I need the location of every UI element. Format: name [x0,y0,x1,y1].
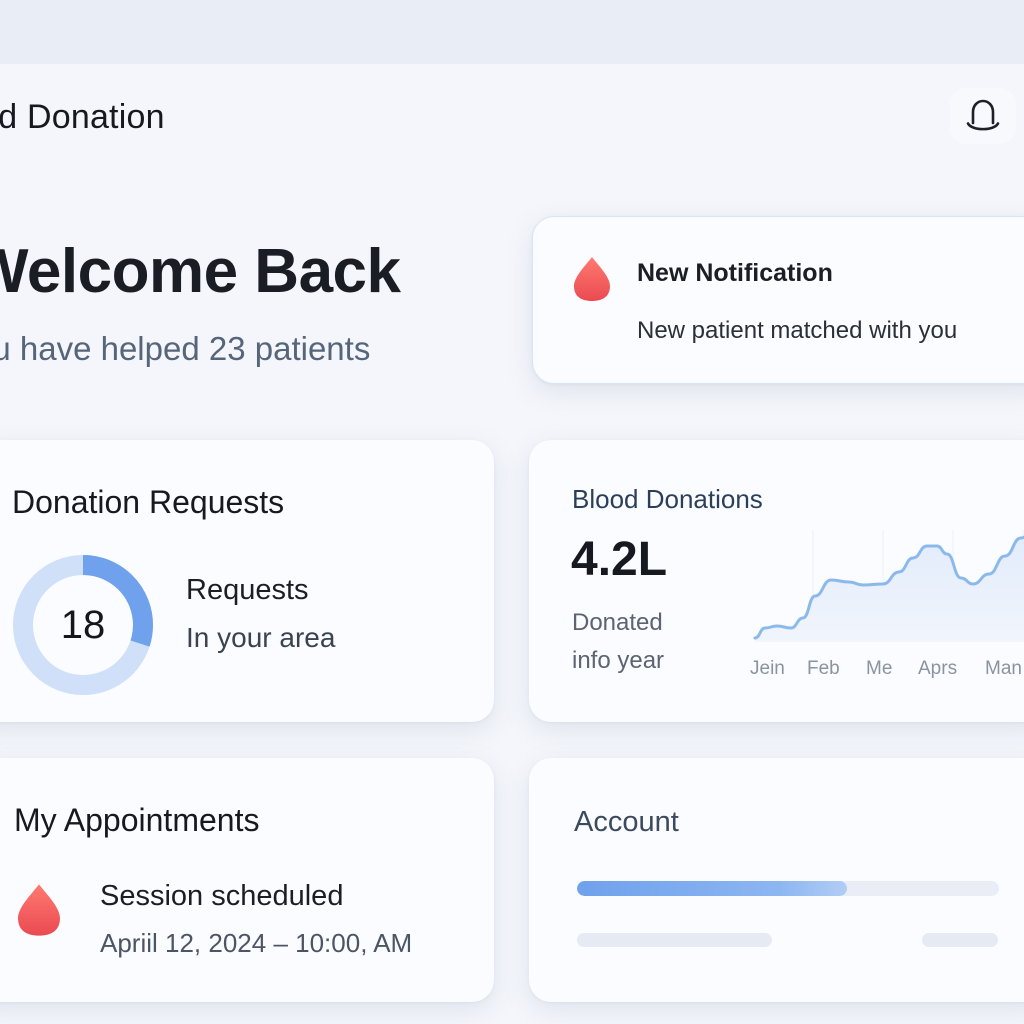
requests-sublabel: In your area [186,622,336,653]
appointment-time: Apriil 12, 2024 – 10:00, AM [100,928,413,958]
appointments-card[interactable]: My Appointments Session scheduled Apriil… [0,758,494,1002]
welcome-heading: Welcome Back [0,237,401,306]
appointment-title: Session scheduled [100,880,344,912]
placeholder-line [922,933,998,947]
helped-count-text: ou have helped 23 patients [0,330,371,367]
account-heading: Account [574,806,679,838]
account-card[interactable]: Account [529,758,1024,1002]
appointments-heading: My Appointments [14,802,260,838]
account-progress-bar [577,881,999,896]
chart-tick-label: Feb [807,658,840,679]
notifications-button[interactable] [950,88,1016,144]
requests-count: 18 [60,602,106,647]
blood-drop-icon [574,257,610,301]
requests-label: Requests [186,574,309,606]
chart-tick-label: Me [866,658,893,679]
placeholder-line [577,933,772,947]
blood-drop-icon [18,884,60,936]
chart-tick-label: Aprs [918,658,958,679]
bell-icon [966,99,1000,131]
notification-card[interactable]: New Notification New patient matched wit… [532,216,1024,384]
account-progress-fill [577,881,848,896]
donations-sparkline-chart [753,530,1024,642]
donated-volume: 4.2L [571,533,668,586]
donation-requests-heading: Donation Requests [12,484,285,520]
app-title: ood Donation [0,98,165,136]
notification-message: New patient matched with you [637,317,958,344]
blood-donations-card[interactable]: Blood Donations 4.2L Donated info year J… [529,440,1024,722]
donated-caption: Donated info year [572,604,722,680]
donated-caption-line-1: Donated [572,609,663,636]
donated-caption-line-2: info year [572,647,665,674]
notification-title: New Notification [637,259,833,287]
donation-requests-card[interactable]: Donation Requests 18 Requests In your ar… [0,440,494,722]
chart-tick-label: Man [985,658,1022,679]
chart-tick-label: Jein [750,658,785,679]
blood-donations-title: Blood Donations [572,484,763,514]
